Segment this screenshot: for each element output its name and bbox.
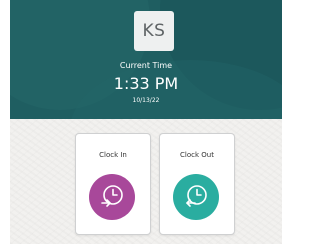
clock-out-icon-graphic xyxy=(186,185,207,207)
avatar: KS xyxy=(134,11,174,51)
clock-out-icon xyxy=(173,174,219,220)
clock-out-button[interactable]: Clock Out xyxy=(159,133,235,235)
clock-in-button[interactable]: Clock In xyxy=(75,133,151,235)
time-clock-screen: KS Current Time 1:33 PM 10/13/22 Clock I… xyxy=(0,0,290,244)
clock-out-label: Clock Out xyxy=(180,151,214,159)
clock-in-icon xyxy=(89,174,135,220)
current-time-label: Current Time xyxy=(119,61,173,70)
actions-panel: Clock In Clock Out xyxy=(10,119,282,244)
current-time: 1:33 PM xyxy=(113,74,179,93)
avatar-initials: KS xyxy=(142,21,166,41)
clock-in-icon-graphic xyxy=(101,185,123,207)
clock-in-label: Clock In xyxy=(99,151,127,159)
current-date: 10/13/22 xyxy=(132,97,160,104)
header-banner: KS Current Time 1:33 PM 10/13/22 xyxy=(10,0,282,119)
